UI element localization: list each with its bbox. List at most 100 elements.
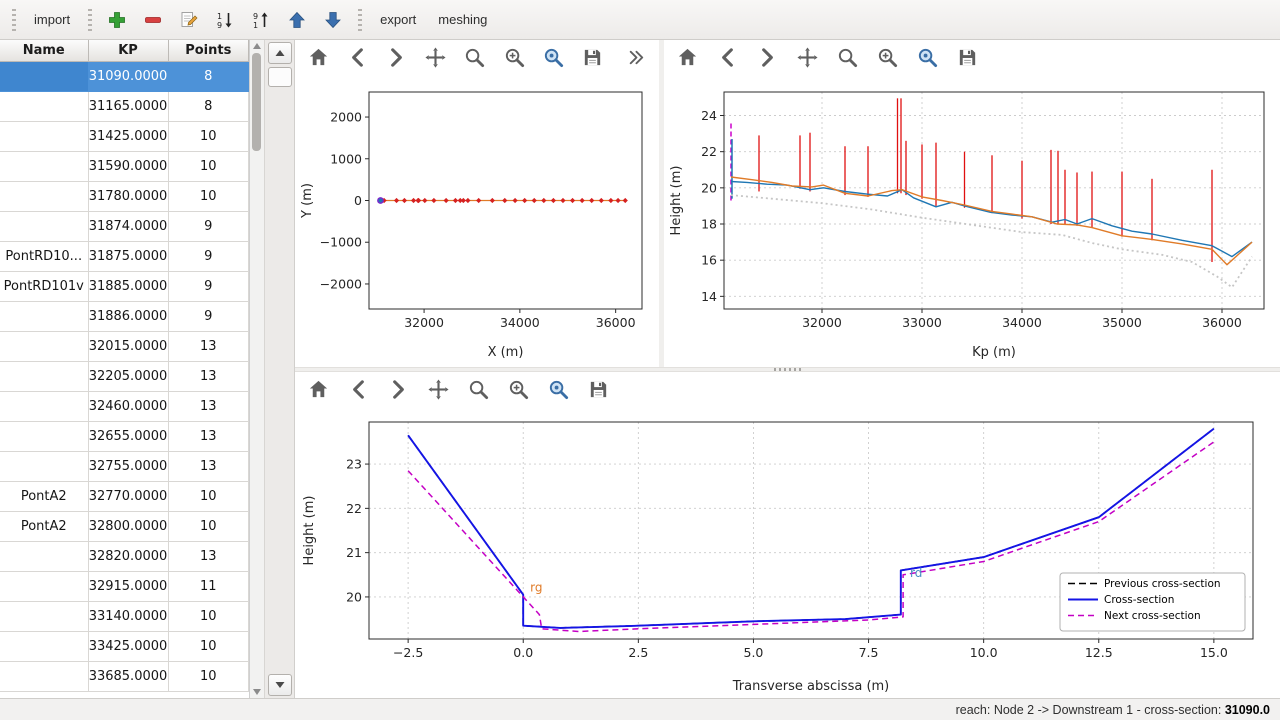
scroll-up-button[interactable]	[268, 42, 292, 64]
back-icon[interactable]	[345, 376, 372, 403]
splitter-handle[interactable]	[774, 368, 802, 371]
name-cell[interactable]	[0, 421, 88, 451]
scroll-thumb[interactable]	[268, 67, 292, 87]
column-header-name[interactable]: Name	[0, 40, 88, 61]
points-cell[interactable]: 10	[168, 661, 249, 691]
name-cell[interactable]	[0, 571, 88, 601]
kp-cell[interactable]: 31886.0000	[88, 301, 168, 331]
home-icon[interactable]	[305, 376, 332, 403]
points-cell[interactable]: 13	[168, 361, 249, 391]
kp-cell[interactable]: 31875.0000	[88, 241, 168, 271]
scrollbar-up-icon[interactable]	[253, 43, 261, 49]
name-cell[interactable]	[0, 91, 88, 121]
pan-icon[interactable]	[794, 44, 821, 71]
move-down-button[interactable]	[318, 5, 348, 35]
points-cell[interactable]: 10	[168, 181, 249, 211]
points-cell[interactable]: 9	[168, 301, 249, 331]
table-row[interactable]: 32460.000013	[0, 391, 249, 421]
points-cell[interactable]: 10	[168, 121, 249, 151]
name-cell[interactable]	[0, 541, 88, 571]
points-cell[interactable]: 13	[168, 541, 249, 571]
table-row[interactable]: PontRD101v31885.00009	[0, 271, 249, 301]
kp-cell[interactable]: 31425.0000	[88, 121, 168, 151]
sort-descending-button[interactable]: 91	[246, 5, 276, 35]
column-header-points[interactable]: Points	[168, 40, 249, 61]
kp-cell[interactable]: 32800.0000	[88, 511, 168, 541]
table-scrollbar[interactable]	[250, 40, 265, 698]
points-cell[interactable]: 8	[168, 91, 249, 121]
settings-icon[interactable]	[545, 376, 572, 403]
name-cell[interactable]	[0, 331, 88, 361]
points-cell[interactable]: 10	[168, 631, 249, 661]
table-row[interactable]: 33140.000010	[0, 601, 249, 631]
points-cell[interactable]: 9	[168, 271, 249, 301]
subplots-icon[interactable]	[505, 376, 532, 403]
toolbar-overflow-icon[interactable]	[623, 44, 649, 71]
table-row[interactable]: 32820.000013	[0, 541, 249, 571]
horizontal-splitter[interactable]	[295, 367, 1280, 372]
save-icon[interactable]	[954, 44, 981, 71]
zoom-icon[interactable]	[834, 44, 861, 71]
settings-icon[interactable]	[540, 44, 566, 71]
name-cell[interactable]	[0, 301, 88, 331]
points-cell[interactable]: 10	[168, 151, 249, 181]
name-cell[interactable]	[0, 661, 88, 691]
kp-cell[interactable]: 32770.0000	[88, 481, 168, 511]
kp-cell[interactable]: 31165.0000	[88, 91, 168, 121]
move-up-button[interactable]	[282, 5, 312, 35]
points-cell[interactable]: 11	[168, 571, 249, 601]
column-header-kp[interactable]: KP	[88, 40, 168, 61]
kp-cell[interactable]: 32820.0000	[88, 541, 168, 571]
toolbar-drag-handle[interactable]	[12, 9, 16, 31]
sort-ascending-button[interactable]: 19	[210, 5, 240, 35]
zoom-icon[interactable]	[462, 44, 488, 71]
table-row[interactable]: 32015.000013	[0, 331, 249, 361]
toolbar-drag-handle[interactable]	[358, 9, 362, 31]
points-cell[interactable]: 10	[168, 481, 249, 511]
kp-cell[interactable]: 32655.0000	[88, 421, 168, 451]
points-cell[interactable]: 8	[168, 61, 249, 91]
export-button[interactable]: export	[372, 7, 424, 32]
name-cell[interactable]	[0, 61, 88, 91]
table-row[interactable]: 31780.000010	[0, 181, 249, 211]
name-cell[interactable]	[0, 451, 88, 481]
scrollbar-thumb[interactable]	[252, 53, 261, 151]
name-cell[interactable]: PontRD10...	[0, 241, 88, 271]
table-row[interactable]: 32205.000013	[0, 361, 249, 391]
import-button[interactable]: import	[26, 7, 78, 32]
table-row[interactable]: PontRD10...31875.00009	[0, 241, 249, 271]
kp-cell[interactable]: 31780.0000	[88, 181, 168, 211]
name-cell[interactable]	[0, 151, 88, 181]
kp-cell[interactable]: 32755.0000	[88, 451, 168, 481]
cross-section-chart-canvas[interactable]: −2.50.02.55.07.510.012.515.020212223Tran…	[299, 406, 1275, 698]
add-cross-section-button[interactable]	[102, 5, 132, 35]
points-cell[interactable]: 13	[168, 391, 249, 421]
forward-icon[interactable]	[383, 44, 409, 71]
save-icon[interactable]	[580, 44, 606, 71]
subplots-icon[interactable]	[874, 44, 901, 71]
table-row[interactable]: 32655.000013	[0, 421, 249, 451]
kp-cell[interactable]: 31090.0000	[88, 61, 168, 91]
name-cell[interactable]: PontA2	[0, 511, 88, 541]
zoom-icon[interactable]	[465, 376, 492, 403]
kp-cell[interactable]: 32015.0000	[88, 331, 168, 361]
back-icon[interactable]	[344, 44, 370, 71]
kp-cell[interactable]: 33685.0000	[88, 661, 168, 691]
plan-chart-canvas[interactable]: 320003400036000−2000−1000010002000X (m)Y…	[297, 74, 657, 364]
name-cell[interactable]: PontA2	[0, 481, 88, 511]
kp-cell[interactable]: 33140.0000	[88, 601, 168, 631]
home-icon[interactable]	[305, 44, 331, 71]
name-cell[interactable]	[0, 181, 88, 211]
meshing-button[interactable]: meshing	[430, 7, 495, 32]
points-cell[interactable]: 13	[168, 451, 249, 481]
table-row[interactable]: 31165.00008	[0, 91, 249, 121]
forward-icon[interactable]	[754, 44, 781, 71]
name-cell[interactable]	[0, 121, 88, 151]
points-cell[interactable]: 13	[168, 421, 249, 451]
save-icon[interactable]	[585, 376, 612, 403]
forward-icon[interactable]	[385, 376, 412, 403]
table-row[interactable]: 31090.00008	[0, 61, 249, 91]
table-row[interactable]: PontA232770.000010	[0, 481, 249, 511]
toolbar-drag-handle[interactable]	[88, 9, 92, 31]
kp-cell[interactable]: 32915.0000	[88, 571, 168, 601]
